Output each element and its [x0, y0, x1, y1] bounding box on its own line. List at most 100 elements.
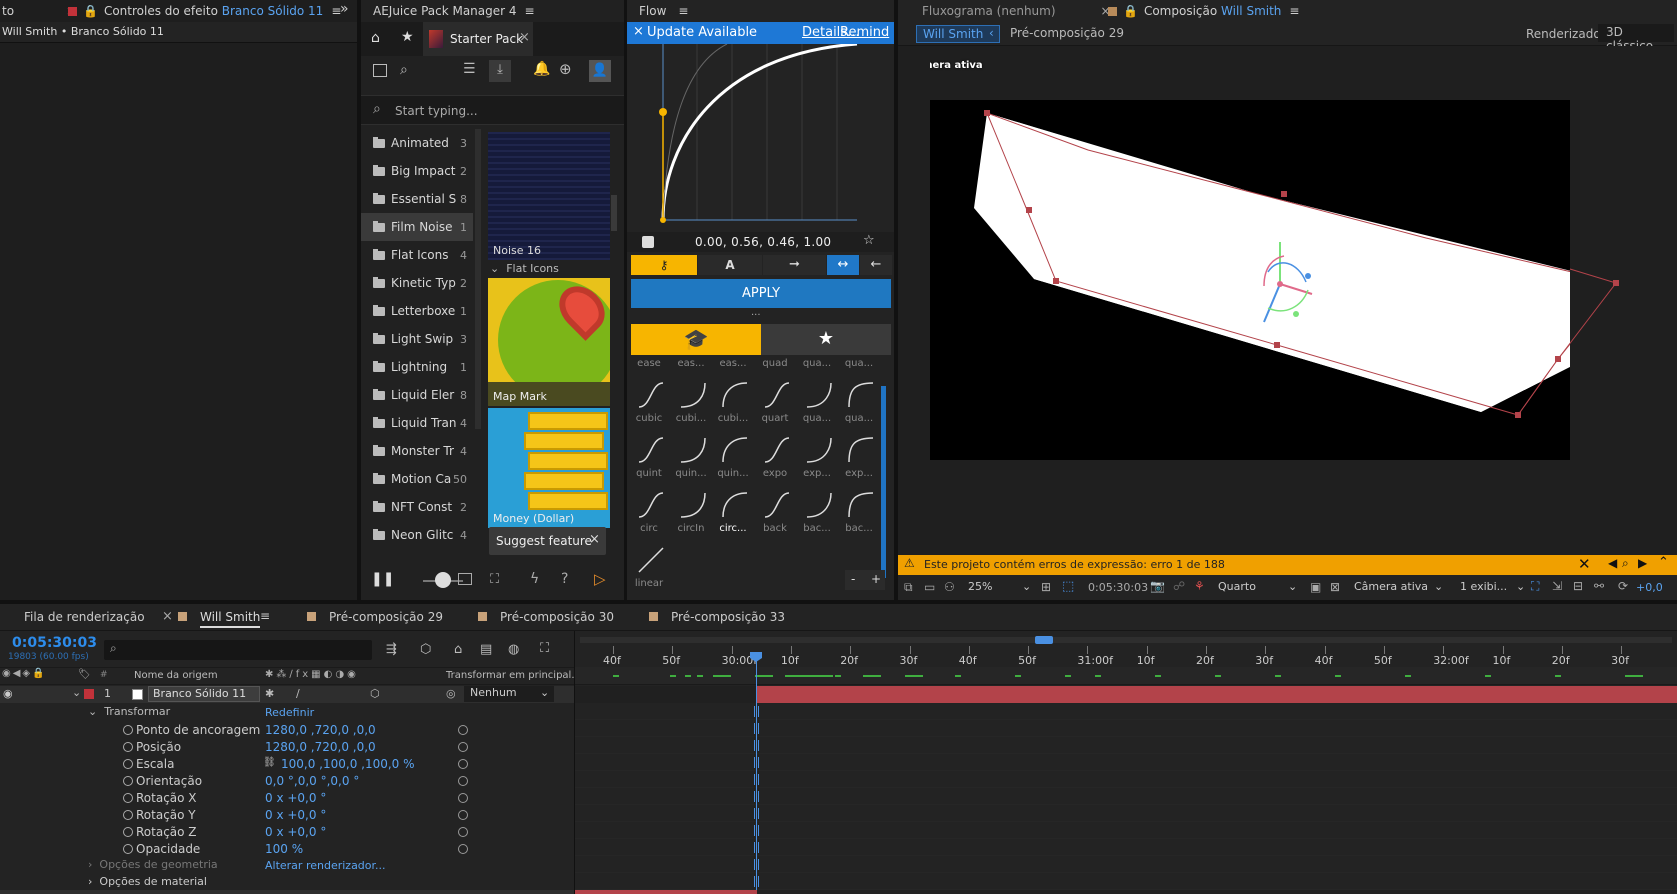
folder-item[interactable]: Big Impact 2 [361, 157, 473, 185]
camera-view-dropdown[interactable]: Câmera ativa ⌄ [1354, 580, 1450, 596]
favorites-tab-button[interactable]: ★ [761, 324, 891, 355]
pause-icon[interactable]: ❚❚ [371, 571, 394, 587]
ease-preset-button[interactable] [763, 381, 791, 417]
tab-starter-pack[interactable]: Starter Pack × [423, 22, 533, 56]
remind-link[interactable]: Remind [840, 25, 889, 40]
property-track[interactable] [575, 805, 1677, 822]
download-circle-icon[interactable]: ⊕ [559, 60, 572, 78]
show-snapshot-icon[interactable]: ☍ [1173, 579, 1185, 593]
out-mode-button[interactable]: ➞ [763, 255, 826, 275]
property-track[interactable] [575, 754, 1677, 771]
tab-flow[interactable]: Flow ≡ [639, 0, 688, 22]
exposure-value[interactable]: +0,0 [1636, 581, 1663, 594]
filter-sliders-icon[interactable]: ☰ [463, 61, 476, 77]
eye-icon[interactable]: ◉ [3, 687, 13, 700]
menu-icon[interactable]: ≡ [260, 609, 270, 623]
breadcrumb-will-smith[interactable]: Will Smith ‹ [916, 25, 1000, 43]
zoom-out-button[interactable]: - [851, 572, 855, 586]
label-tag-icon[interactable]: 🏷 [78, 669, 91, 680]
folder-item[interactable]: Kinetic Typ 2 [361, 269, 473, 297]
timeline-icon[interactable]: ⊟ [1573, 579, 1583, 593]
tab-composition[interactable]: 🔒 Composição Will Smith ≡ [1108, 0, 1299, 22]
parent-column[interactable]: Transformar em principal... [446, 670, 581, 681]
ease-preset-button[interactable] [805, 381, 833, 417]
ease-preset-button[interactable] [847, 436, 875, 472]
ease-preset-button[interactable] [637, 381, 665, 417]
tab-flowchart[interactable]: Fluxograma (nenhum) × [922, 0, 1111, 22]
ease-preset-button[interactable] [679, 491, 707, 527]
folder-item[interactable]: Monster Tr 4 [361, 437, 473, 465]
work-area-bar[interactable] [580, 637, 1672, 643]
ease-preset-button[interactable] [721, 381, 749, 417]
tab-precomp-29[interactable]: Pré-composição 29 [329, 610, 443, 624]
always-preview-icon[interactable]: ⧉ [904, 580, 913, 595]
ease-preset-button[interactable] [805, 491, 833, 527]
bell-icon[interactable]: 🔔 [533, 61, 550, 77]
ease-preset-button[interactable] [847, 381, 875, 417]
tab-precomp-30[interactable]: Pré-composição 30 [500, 610, 614, 624]
ease-preset-button[interactable] [847, 491, 875, 527]
folder-scrollbar[interactable] [475, 129, 481, 429]
suggest-feature-button[interactable]: Suggest feature × [489, 527, 606, 555]
layer-duration-bar[interactable] [757, 686, 1677, 703]
property-track[interactable] [575, 856, 1677, 873]
key-mode-button[interactable]: ⚷ [631, 255, 697, 275]
help-icon[interactable]: ? [561, 571, 568, 587]
menu-icon[interactable]: ≡ [678, 4, 688, 18]
folder-item[interactable]: Liquid Eler 8 [361, 381, 473, 409]
motion-blur-icon[interactable]: ◍ [508, 642, 519, 657]
renderer-dropdown[interactable]: 3D clássico [1598, 24, 1674, 53]
search-icon[interactable]: ⌕ [1622, 556, 1629, 571]
ease-preset-button[interactable] [763, 491, 791, 527]
folder-item[interactable]: Letterboxe 1 [361, 297, 473, 325]
folder-item[interactable]: Motion Ca 50 [361, 465, 473, 493]
preset-scrollbar[interactable] [881, 386, 886, 578]
collapse-icon[interactable]: ⌃ [1658, 555, 1669, 570]
sidebar-toggle-icon[interactable] [373, 64, 387, 77]
property-track[interactable] [575, 873, 1677, 890]
next-error-icon[interactable]: ▶ [1638, 556, 1647, 570]
close-icon[interactable]: × [162, 609, 173, 624]
folder-item[interactable]: Liquid Tran 4 [361, 409, 473, 437]
zoom-dropdown[interactable]: 25% ⌄ [968, 580, 1048, 596]
monitor-icon[interactable]: ▭ [924, 580, 935, 594]
ease-preset-button[interactable] [805, 436, 833, 472]
favorite-star-icon[interactable]: ☆ [863, 233, 875, 248]
parent-dropdown[interactable]: Nenhum ⌄ [464, 686, 554, 702]
zoom-in-button[interactable]: + [871, 572, 881, 586]
tab-will-smith[interactable]: Will Smith [200, 610, 261, 628]
layer-name[interactable]: Branco Sólido 11 [148, 686, 260, 702]
close-icon[interactable]: × [589, 532, 600, 547]
flowchart-icon[interactable]: ⚯ [1594, 579, 1604, 593]
folder-item[interactable]: Neon Glitc 4 [361, 521, 473, 549]
current-timecode[interactable]: 0:05:30:03 [12, 635, 97, 651]
ease-preset-button[interactable] [721, 491, 749, 527]
shy-icon[interactable]: ⌂ [454, 642, 462, 657]
property-track[interactable] [575, 771, 1677, 788]
search-input[interactable]: ⌕ Start typing... [361, 95, 624, 125]
folder-item[interactable]: Film Noise 1 [361, 213, 473, 241]
frame-icon[interactable]: ⛶ [490, 572, 499, 587]
resolution-grid-icon[interactable]: ⊞ [1041, 580, 1051, 594]
folder-item[interactable]: Essential S8 [361, 185, 473, 213]
text-mode-button[interactable]: A [698, 255, 762, 275]
tab-aejuice[interactable]: AEJuice Pack Manager 4 ≡ [373, 0, 535, 22]
search-icon[interactable]: ⌕ [400, 62, 408, 78]
current-time-display[interactable]: 0:05:30:03 [1088, 581, 1148, 594]
resize-handle[interactable]: ... [751, 307, 761, 318]
volume-handle[interactable] [435, 572, 451, 588]
folder-item[interactable]: Lightning 1 [361, 353, 473, 381]
fast-preview-icon[interactable]: ⇲ [1552, 579, 1562, 593]
ease-preset-button[interactable] [679, 436, 707, 472]
user-icon[interactable]: 👤 [589, 60, 611, 82]
property-track[interactable] [575, 822, 1677, 839]
star-icon[interactable]: ★ [401, 29, 414, 45]
expand-panels-icon[interactable]: » [340, 1, 349, 17]
channel-icon[interactable]: ⚘ [1194, 579, 1205, 593]
folder-item[interactable]: Flat Icons 4 [361, 241, 473, 269]
views-layout-dropdown[interactable]: 1 exibi... ⌄ [1460, 580, 1528, 596]
property-track[interactable] [575, 788, 1677, 805]
layer-search-input[interactable]: ⌕ [104, 640, 372, 660]
ease-preset-button[interactable] [679, 381, 707, 417]
aejuice-logo-icon[interactable]: ▷ [594, 570, 606, 588]
